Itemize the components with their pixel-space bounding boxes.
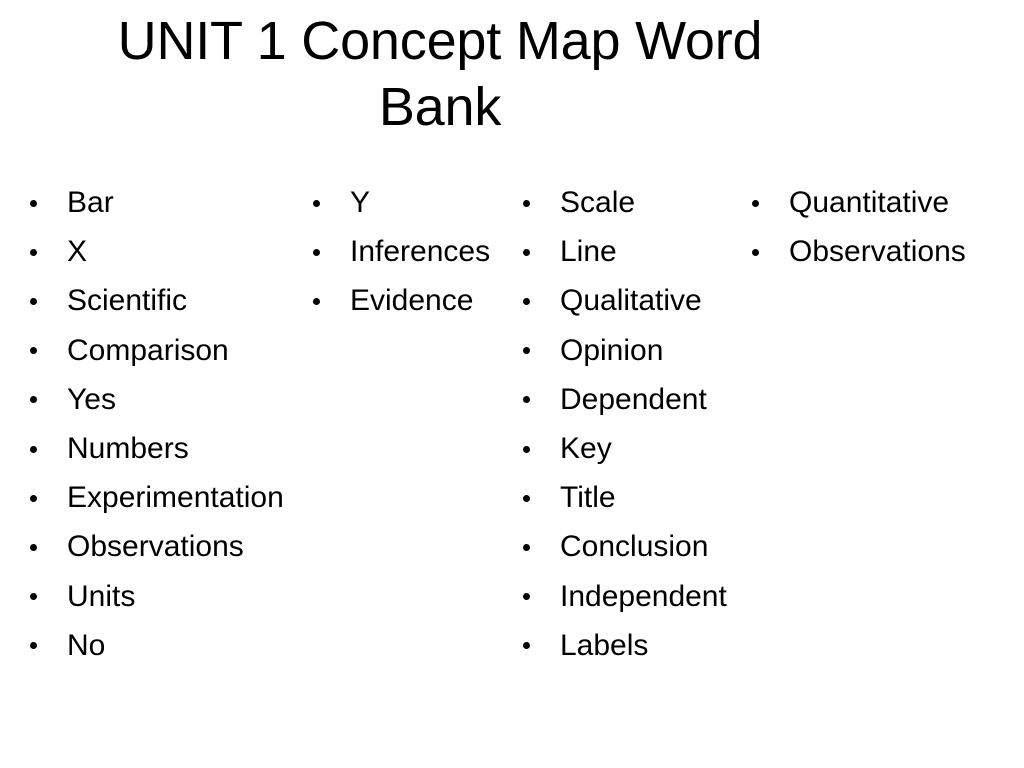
- list-item-label: Yes: [67, 382, 116, 416]
- list-item-label: No: [67, 628, 106, 662]
- list-item-label: Opinion: [560, 333, 664, 367]
- bullet-icon: [30, 445, 37, 453]
- list-item-label: Bar: [67, 186, 114, 219]
- list-item: Scale: [515, 178, 745, 227]
- list-item: Units: [22, 572, 312, 621]
- list-item-label: Inferences: [350, 235, 491, 269]
- list-item-label: Units: [67, 579, 136, 613]
- word-list-1: Bar X Scientific Comparison Yes Numbers Experi…: [22, 178, 312, 670]
- bullet-icon: [30, 396, 37, 404]
- bullet-icon: [523, 642, 530, 650]
- bullet-icon: [523, 199, 530, 207]
- list-item-label: Observations: [789, 235, 966, 269]
- bullet-icon: [313, 199, 320, 207]
- bullet-icon: [313, 297, 320, 305]
- list-item-label: Title: [560, 481, 616, 515]
- word-list-3: Scale Line Qualitative Opinion Dependent Key T…: [515, 178, 745, 670]
- word-bank-column-4: Quantitative Observations: [744, 178, 1020, 276]
- bullet-icon: [313, 248, 320, 256]
- list-item: Evidence: [305, 276, 510, 325]
- bullet-icon: [752, 199, 759, 207]
- bullet-icon: [523, 543, 530, 551]
- list-item: Conclusion: [515, 522, 745, 571]
- bullet-icon: [30, 347, 37, 355]
- bullet-icon: [30, 297, 37, 305]
- list-item-label: Experimentation: [67, 481, 284, 515]
- list-item-label: Y: [350, 186, 371, 219]
- list-item: Bar: [22, 178, 312, 227]
- page-title-line-2: Bank: [378, 77, 502, 137]
- list-item: Observations: [744, 227, 1020, 276]
- list-item: Qualitative: [515, 276, 745, 325]
- list-item: Yes: [22, 375, 312, 424]
- bullet-icon: [523, 445, 530, 453]
- list-item-label: Dependent: [560, 382, 707, 416]
- list-item: Scientific: [22, 276, 312, 325]
- list-item: Numbers: [22, 424, 312, 473]
- list-item-label: Scale: [560, 186, 636, 219]
- bullet-icon: [523, 297, 530, 305]
- bullet-icon: [523, 494, 530, 502]
- list-item-label: Labels: [560, 628, 649, 662]
- list-item: Y: [305, 178, 510, 227]
- list-item: Line: [515, 227, 745, 276]
- word-bank-column-1: Bar X Scientific Comparison Yes Numbers Experi…: [22, 178, 312, 670]
- bullet-icon: [523, 396, 530, 404]
- bullet-icon: [30, 248, 37, 256]
- list-item: Title: [515, 473, 745, 522]
- bullet-icon: [30, 642, 37, 650]
- list-item: Inferences: [305, 227, 510, 276]
- list-item: Dependent: [515, 375, 745, 424]
- list-item-label: Qualitative: [560, 284, 702, 318]
- list-item-label: Line: [560, 235, 617, 269]
- page-title-line-1: UNIT 1 Concept Map Word: [117, 11, 763, 71]
- page-title: UNIT 1 Concept Map Word Bank: [0, 8, 880, 140]
- word-bank-column-2: Y Inferences Evidence: [305, 178, 510, 326]
- bullet-icon: [30, 199, 37, 207]
- bullet-icon: [523, 593, 530, 601]
- list-item-label: Observations: [67, 530, 244, 564]
- bullet-icon: [30, 543, 37, 551]
- bullet-icon: [752, 248, 759, 256]
- list-item-label: Scientific: [67, 284, 188, 318]
- list-item: Quantitative: [744, 178, 1020, 227]
- list-item: Key: [515, 424, 745, 473]
- list-item-label: Numbers: [67, 431, 189, 465]
- list-item-label: Comparison: [67, 333, 229, 367]
- list-item-label: Conclusion: [560, 530, 709, 564]
- list-item: Experimentation: [22, 473, 312, 522]
- list-item: Labels: [515, 621, 745, 670]
- list-item: Comparison: [22, 326, 312, 375]
- bullet-icon: [30, 593, 37, 601]
- word-bank-columns: Bar X Scientific Comparison Yes Numbers Experi…: [0, 178, 1024, 678]
- slide-canvas: UNIT 1 Concept Map Word Bank Bar X Scienti…: [0, 0, 1024, 768]
- list-item-label: Key: [560, 431, 612, 465]
- list-item-label: Evidence: [350, 284, 474, 318]
- word-list-4: Quantitative Observations: [744, 178, 1020, 276]
- list-item: No: [22, 621, 312, 670]
- list-item: X: [22, 227, 312, 276]
- list-item-label: Independent: [560, 579, 727, 613]
- bullet-icon: [523, 347, 530, 355]
- bullet-icon: [523, 248, 530, 256]
- bullet-icon: [30, 494, 37, 502]
- word-bank-column-3: Scale Line Qualitative Opinion Dependent Key T…: [515, 178, 745, 670]
- list-item-label: X: [67, 235, 88, 269]
- list-item-label: Quantitative: [789, 186, 950, 219]
- list-item: Observations: [22, 522, 312, 571]
- word-list-2: Y Inferences Evidence: [305, 178, 510, 326]
- list-item: Opinion: [515, 326, 745, 375]
- list-item: Independent: [515, 572, 745, 621]
